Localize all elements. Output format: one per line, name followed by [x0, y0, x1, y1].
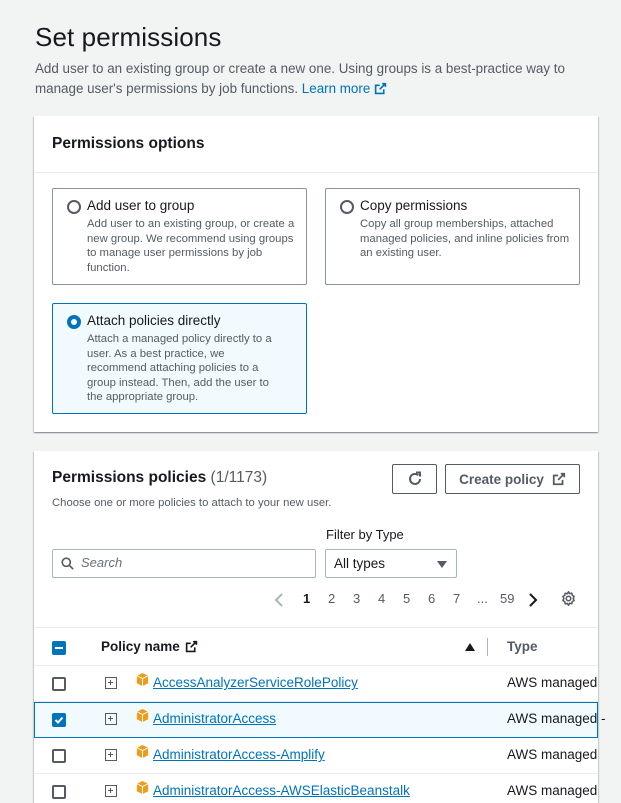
create-policy-button[interactable]: Create policy	[445, 464, 580, 494]
page-ellipsis: ...	[477, 591, 488, 606]
option-description: Attach a managed policy directly to a us…	[87, 333, 272, 403]
table-row[interactable]: AccessAnalyzerServiceRolePolicy AWS mana…	[34, 666, 598, 702]
option-label: Copy permissions	[360, 198, 468, 213]
learn-more-label: Learn more	[301, 81, 371, 96]
page-2[interactable]: 2	[328, 591, 335, 606]
checkmark-icon	[54, 716, 64, 724]
filter-type-select[interactable]: All types	[325, 549, 457, 578]
chevron-right-icon[interactable]	[528, 593, 538, 607]
expand-icon[interactable]	[105, 713, 117, 725]
external-link-icon	[552, 472, 566, 486]
policy-cube-icon	[136, 708, 149, 723]
column-divider[interactable]	[487, 638, 488, 656]
refresh-icon	[408, 471, 421, 485]
policies-description: Choose one or more policies to attach to…	[52, 497, 332, 509]
page-1[interactable]: 1	[303, 591, 310, 606]
filter-by-type-label: Filter by Type	[326, 527, 404, 542]
option-add-user-to-group[interactable]: Add user to group Add user to an existin…	[52, 188, 307, 285]
radio-attach-policies-directly[interactable]	[67, 315, 81, 329]
page-7[interactable]: 7	[453, 591, 460, 606]
option-description: Copy all group memberships, attached man…	[360, 218, 570, 259]
row-checkbox[interactable]	[52, 785, 66, 799]
page-4[interactable]: 4	[378, 591, 385, 606]
refresh-button[interactable]	[392, 464, 437, 494]
page-description: Add user to an existing group or create …	[35, 59, 595, 99]
radio-add-user-to-group[interactable]	[67, 200, 81, 214]
column-policy-name[interactable]: Policy name	[101, 639, 198, 654]
permissions-policies-panel: Permissions policies (1/1173) Choose one…	[34, 451, 606, 803]
page-59[interactable]: 59	[500, 591, 514, 606]
page-6[interactable]: 6	[428, 591, 435, 606]
option-label: Add user to group	[87, 198, 195, 213]
policy-type: AWS managed -	[507, 711, 606, 726]
permissions-options-panel: Permissions options Add user to group Ad…	[34, 116, 598, 432]
expand-icon[interactable]	[105, 749, 117, 761]
filter-type-value: All types	[334, 556, 386, 571]
policy-type: AWS managed	[507, 747, 598, 762]
row-checkbox-checked[interactable]	[52, 713, 66, 727]
panel-divider	[34, 172, 598, 173]
policy-name-link[interactable]: AdministratorAccess-AWSElasticBeanstalk	[153, 783, 410, 798]
external-link-icon	[375, 82, 387, 95]
policies-title: Permissions policies (1/1173)	[52, 469, 267, 487]
search-icon	[61, 557, 74, 570]
gear-icon[interactable]	[560, 590, 577, 607]
table-row-selected[interactable]: AdministratorAccess AWS managed -	[34, 702, 606, 738]
policies-title-text: Permissions policies	[52, 469, 207, 486]
page-title: Set permissions	[35, 22, 222, 52]
table-header: Policy name Type	[34, 627, 598, 666]
row-checkbox[interactable]	[52, 677, 66, 691]
policy-name-link[interactable]: AccessAnalyzerServiceRolePolicy	[153, 675, 358, 690]
page-description-text: Add user to an existing group or create …	[35, 61, 565, 96]
search-field[interactable]	[52, 549, 316, 578]
table-row[interactable]: AdministratorAccess-Amplify AWS managed	[34, 738, 598, 774]
search-input[interactable]	[81, 555, 311, 570]
option-attach-policies-directly[interactable]: Attach policies directly Attach a manage…	[52, 303, 307, 414]
policies-count: (1/1173)	[210, 469, 268, 486]
expand-icon[interactable]	[105, 677, 117, 689]
option-label: Attach policies directly	[87, 313, 221, 328]
select-all-checkbox[interactable]	[52, 641, 66, 655]
option-copy-permissions[interactable]: Copy permissions Copy all group membersh…	[325, 188, 580, 285]
page-5[interactable]: 5	[403, 591, 410, 606]
radio-copy-permissions[interactable]	[340, 200, 354, 214]
create-policy-label: Create policy	[459, 471, 544, 487]
learn-more-link[interactable]: Learn more	[302, 81, 387, 96]
column-type[interactable]: Type	[507, 639, 538, 654]
policy-cube-icon	[136, 780, 149, 795]
external-link-icon	[185, 640, 197, 653]
option-description: Add user to an existing group, or create…	[87, 218, 295, 274]
caret-down-icon	[437, 561, 447, 568]
permissions-options-title: Permissions options	[52, 135, 205, 152]
policy-name-link[interactable]: AdministratorAccess	[153, 711, 276, 726]
sort-ascending-icon[interactable]	[465, 643, 475, 651]
policy-type: AWS managed	[507, 783, 598, 798]
page-3[interactable]: 3	[353, 591, 360, 606]
policy-type: AWS managed	[507, 675, 598, 690]
policy-name-link[interactable]: AdministratorAccess-Amplify	[153, 747, 325, 762]
column-policy-name-label: Policy name	[101, 639, 180, 654]
policy-cube-icon	[136, 672, 149, 687]
table-row[interactable]: AdministratorAccess-AWSElasticBeanstalk …	[34, 774, 598, 803]
policy-cube-icon	[136, 744, 149, 759]
row-checkbox[interactable]	[52, 749, 66, 763]
chevron-left-icon[interactable]	[274, 593, 284, 607]
expand-icon[interactable]	[105, 785, 117, 797]
